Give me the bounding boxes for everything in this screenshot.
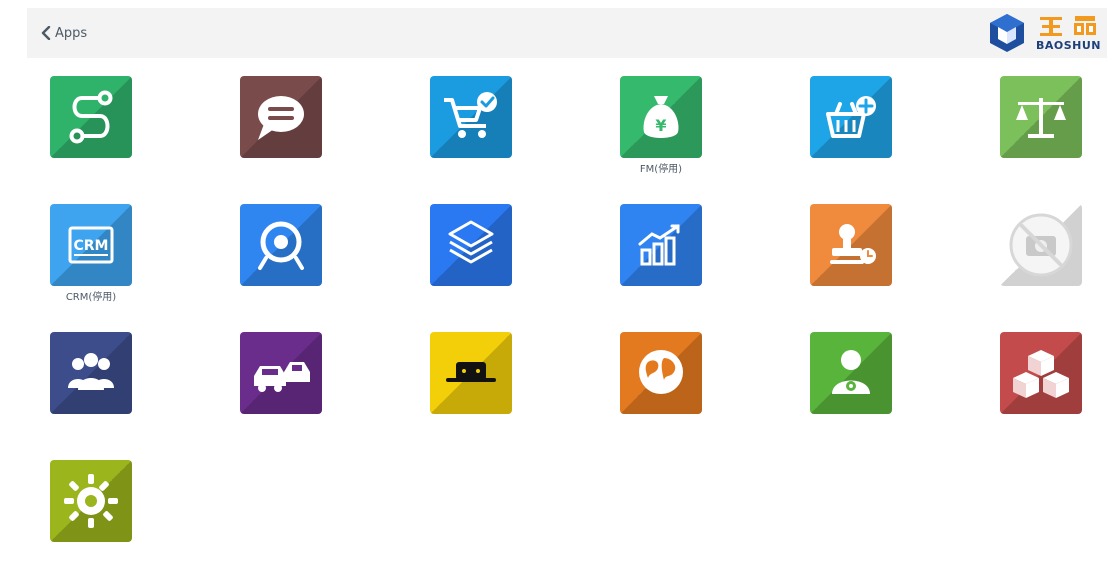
app-tile[interactable]: CRM CRM(停用) bbox=[6, 204, 176, 324]
app-icon-tile bbox=[430, 76, 512, 158]
app-icon-tile bbox=[810, 332, 892, 414]
app-icon-tile bbox=[1000, 76, 1082, 158]
app-tile[interactable] bbox=[386, 332, 556, 452]
app-icon-tile bbox=[240, 76, 322, 158]
app-icon-tile bbox=[620, 332, 702, 414]
app-label: CRM(停用) bbox=[65, 292, 117, 303]
app-icon-tile bbox=[50, 332, 132, 414]
app-tile[interactable] bbox=[196, 332, 366, 452]
app-tile[interactable] bbox=[576, 332, 746, 452]
app-icon-tile bbox=[430, 204, 512, 286]
brand-cube-icon bbox=[989, 14, 1024, 52]
brand-char-2 bbox=[1074, 16, 1097, 35]
app-icon-tile bbox=[1000, 332, 1082, 414]
back-label: Apps bbox=[55, 25, 88, 41]
app-icon-tile bbox=[240, 332, 322, 414]
app-tile[interactable] bbox=[196, 204, 366, 324]
brand-chinese-name bbox=[1038, 14, 1098, 38]
brand-char-1 bbox=[1040, 17, 1063, 36]
app-tile[interactable] bbox=[576, 204, 746, 324]
app-icon-tile bbox=[430, 332, 512, 414]
app-tile[interactable] bbox=[956, 204, 1113, 324]
app-tile[interactable] bbox=[766, 204, 936, 324]
top-bar: Apps BAOSHUN bbox=[27, 8, 1107, 58]
app-icon-tile bbox=[620, 204, 702, 286]
brand-text: BAOSHUN bbox=[1036, 14, 1101, 52]
app-tile[interactable] bbox=[386, 76, 556, 196]
app-icon-tile bbox=[50, 76, 132, 158]
app-tile[interactable] bbox=[6, 460, 176, 580]
app-icon-tile bbox=[810, 76, 892, 158]
app-icon-tile bbox=[1000, 204, 1082, 286]
app-label: FM(停用) bbox=[639, 164, 683, 175]
app-tile[interactable] bbox=[956, 76, 1113, 196]
app-icon-tile: CRM bbox=[50, 204, 132, 286]
app-tile[interactable] bbox=[766, 332, 936, 452]
brand-english-name: BAOSHUN bbox=[1035, 39, 1101, 52]
app-tile[interactable] bbox=[956, 332, 1113, 452]
app-icon-tile bbox=[810, 204, 892, 286]
app-tile[interactable] bbox=[6, 332, 176, 452]
app-tile[interactable] bbox=[196, 76, 366, 196]
svg-text:¥: ¥ bbox=[655, 116, 666, 135]
app-icon-tile: ¥ bbox=[620, 76, 702, 158]
app-icon-tile bbox=[240, 204, 322, 286]
back-to-apps-link[interactable]: Apps bbox=[41, 22, 87, 44]
brand-logo[interactable]: BAOSHUN bbox=[984, 10, 1101, 56]
app-tile[interactable] bbox=[386, 204, 556, 324]
app-tile[interactable]: ¥ FM(停用) bbox=[576, 76, 746, 196]
chevron-left-icon bbox=[41, 26, 51, 40]
app-tile[interactable] bbox=[6, 76, 176, 196]
app-tile[interactable] bbox=[766, 76, 936, 196]
svg-text:CRM: CRM bbox=[74, 238, 109, 254]
app-icon-tile bbox=[50, 460, 132, 542]
